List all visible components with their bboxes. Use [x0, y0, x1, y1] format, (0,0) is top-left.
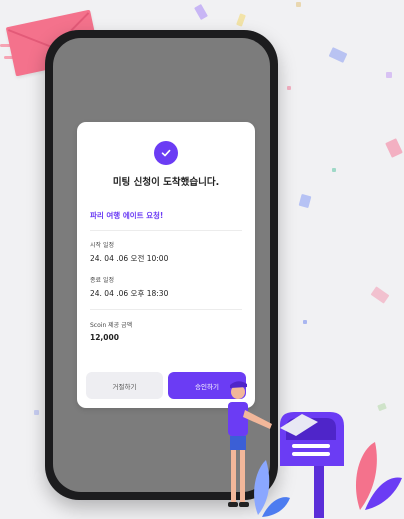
- confetti-1: [194, 3, 208, 21]
- mailbox-icon: [280, 412, 344, 518]
- divider-1: [90, 230, 242, 231]
- amount-label: Scoin 제공 금액: [90, 322, 133, 329]
- start-time-label: 시작 일정: [90, 242, 114, 249]
- divider-2: [90, 309, 242, 310]
- confetti-13: [34, 410, 39, 415]
- reject-button[interactable]: 거절하기: [86, 372, 163, 399]
- start-time-value: 24. 04 .06 오전 10:00: [90, 254, 169, 263]
- mailbox-illustration: [228, 381, 402, 518]
- end-time-label: 종료 일정: [90, 277, 114, 284]
- confetti-8: [298, 193, 312, 209]
- confetti-3: [296, 2, 301, 7]
- success-badge: [154, 141, 178, 165]
- confetti-5: [386, 72, 392, 78]
- check-icon: [161, 149, 171, 157]
- confetti-12: [287, 86, 291, 90]
- end-time-value: 24. 04 .06 오후 18:30: [90, 289, 169, 298]
- confetti-4: [328, 47, 348, 63]
- confetti-7: [332, 168, 336, 172]
- confetti-9: [370, 286, 390, 304]
- meeting-request-modal: 미팅 신청이 도착했습니다. 파리 여행 에이트 요청! 시작 일정 24. 0…: [77, 122, 255, 408]
- confetti-6: [385, 138, 403, 158]
- confetti-2: [236, 13, 246, 27]
- confetti-10: [303, 320, 307, 324]
- request-title: 파리 여행 에이트 요청!: [90, 211, 164, 220]
- amount-value: 12,000: [90, 333, 119, 342]
- modal-title: 미팅 신청이 도착했습니다.: [112, 177, 220, 188]
